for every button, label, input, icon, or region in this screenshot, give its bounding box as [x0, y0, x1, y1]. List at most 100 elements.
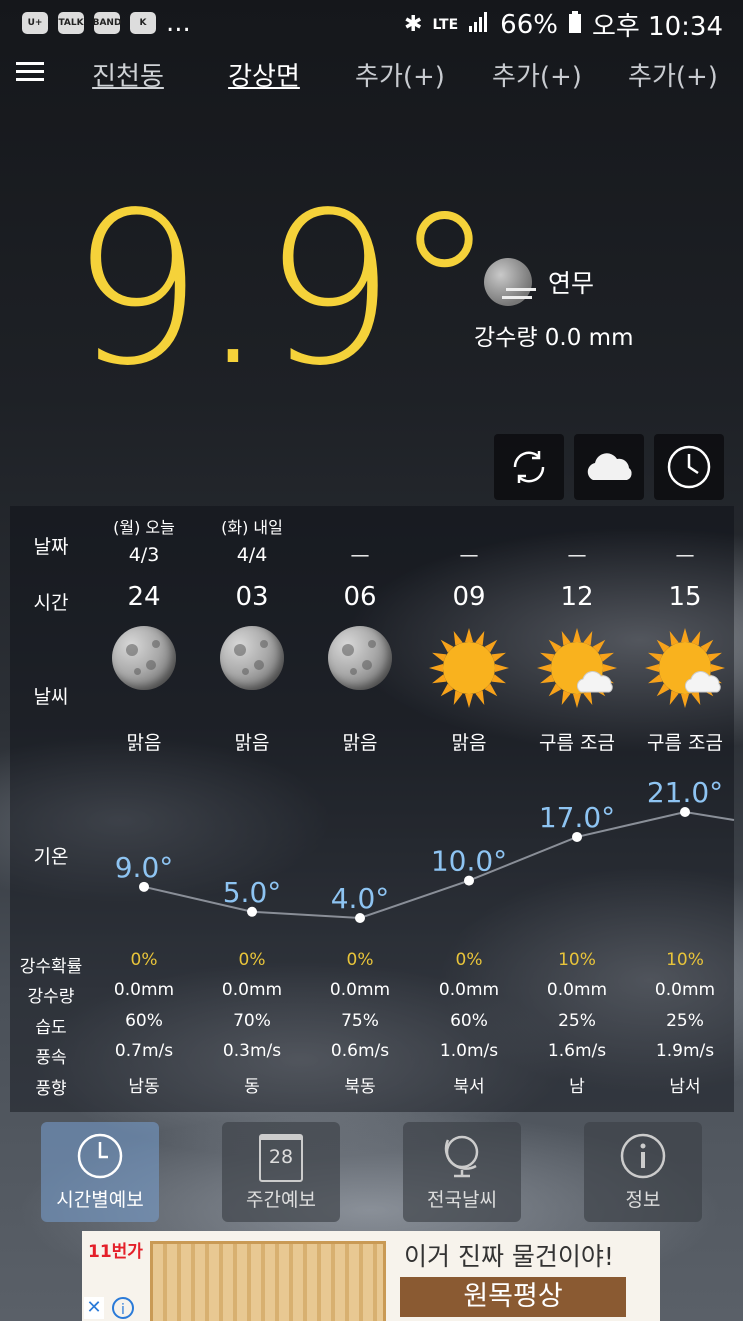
forecast-wind-speed: 0.6m/s — [330, 1041, 390, 1061]
ad-brand-logo: 11번가 — [88, 1242, 143, 1262]
network-label: LTE — [432, 16, 459, 33]
forecast-prob: 0% — [238, 950, 266, 970]
forecast-time: 24 — [127, 582, 161, 612]
tab-jincheon[interactable]: 진천동 — [73, 56, 183, 93]
forecast-time: 03 — [235, 582, 269, 612]
more-notifications: ... — [166, 8, 191, 38]
forecast-wind-dir: 북서 — [453, 1077, 485, 1097]
signal-icon — [468, 10, 490, 40]
forecast-amount: 0.0mm — [221, 980, 283, 1000]
uplus-icon: U+ — [22, 12, 48, 34]
forecast-wind-dir: 남 — [569, 1077, 585, 1097]
forecast-amount: 0.0mm — [113, 980, 175, 1000]
info-icon — [620, 1133, 666, 1179]
calendar-icon: 28 — [259, 1134, 303, 1182]
forecast-wind-speed: 1.9m/s — [655, 1041, 715, 1061]
temperature-label: 4.0° — [331, 882, 390, 915]
forecast-prob: 0% — [455, 950, 483, 970]
nav-info[interactable]: 정보 — [584, 1122, 702, 1222]
forecast-time: 12 — [560, 582, 594, 612]
temperature-label: 21.0° — [647, 776, 723, 809]
nav-label: 정보 — [625, 1189, 661, 1211]
forecast-amount: 0.0mm — [438, 980, 500, 1000]
globe-icon — [444, 1135, 479, 1178]
cloud-icon — [587, 453, 632, 480]
temperature-label: 9.0° — [115, 851, 174, 884]
row-label-amount: 강수량 — [27, 987, 75, 1007]
forecast-wind-speed: 0.7m/s — [114, 1041, 174, 1061]
current-condition: 연무 — [484, 258, 594, 306]
temperature-chart: 9.0° 5.0° 4.0° 10.0° 17.0° 21.0° — [115, 776, 735, 923]
temperature-label: 10.0° — [431, 845, 507, 878]
forecast-date: 4/4 — [236, 544, 268, 566]
forecast-humidity: 25% — [558, 1011, 596, 1031]
clock-icon — [77, 1133, 123, 1179]
forecast-desc: 구름 조금 — [539, 732, 615, 754]
refresh-button[interactable] — [494, 434, 564, 500]
forecast-prob: 0% — [346, 950, 374, 970]
tab-add-3[interactable]: 추가(+) — [618, 56, 728, 93]
forecast-humidity: 70% — [233, 1011, 271, 1031]
forecast-date: — — [350, 544, 370, 566]
location-tabs: 진천동 강상면 추가(+) 추가(+) 추가(+) — [0, 48, 743, 96]
nav-national-weather[interactable]: 전국날씨 — [403, 1122, 521, 1222]
row-label-weather: 날씨 — [33, 686, 69, 708]
refresh-icon — [513, 451, 545, 483]
forecast-humidity: 75% — [341, 1011, 379, 1031]
forecast-prob: 0% — [130, 950, 158, 970]
ad-product-label: 원목평상 — [400, 1277, 626, 1317]
precip-amount: 강수량 0.0 mm — [474, 325, 634, 351]
tab-add-2[interactable]: 추가(+) — [482, 56, 592, 93]
battery-percent: 66% — [500, 9, 558, 40]
tab-gangsang[interactable]: 강상면 — [209, 56, 319, 93]
status-bar: U+ TALK BAND K ... ✱ LTE 66% 오후 10:34 — [0, 0, 743, 44]
sun-cloud-icon — [523, 626, 631, 710]
forecast-wind-speed: 0.3m/s — [222, 1041, 282, 1061]
forecast-amount: 0.0mm — [329, 980, 391, 1000]
forecast-desc: 구름 조금 — [647, 732, 723, 754]
forecast-humidity: 60% — [125, 1011, 163, 1031]
kakaotalk-icon: TALK — [58, 12, 84, 34]
temperature-label: 5.0° — [223, 876, 282, 909]
weather-view-button[interactable] — [574, 434, 644, 500]
forecast-desc: 맑음 — [451, 732, 487, 754]
clock-icon — [667, 445, 711, 489]
ad-close-button[interactable]: ✕ — [84, 1297, 104, 1319]
nav-hourly-forecast[interactable]: 시간별예보 — [41, 1122, 159, 1222]
row-label-prob: 강수확률 — [19, 957, 83, 977]
tab-add-1[interactable]: 추가(+) — [345, 56, 455, 93]
haze-moon-icon — [484, 258, 536, 306]
row-label-date: 날짜 — [33, 536, 69, 558]
forecast-day: (월) 오늘 — [113, 518, 175, 537]
forecast-amount: 0.0mm — [546, 980, 608, 1000]
history-button[interactable] — [654, 434, 724, 500]
row-label-wind-dir: 풍향 — [35, 1079, 67, 1099]
condition-label: 연무 — [548, 269, 595, 298]
moon-icon — [90, 626, 198, 690]
forecast-humidity: 60% — [450, 1011, 488, 1031]
ad-banner[interactable]: 11번가 이거 진짜 물건이야! 원목평상 ✕ i — [82, 1231, 660, 1321]
moon-icon — [198, 626, 306, 690]
forecast-date: — — [567, 544, 587, 566]
forecast-wind-dir: 남동 — [128, 1077, 160, 1097]
forecast-time: 15 — [668, 582, 702, 612]
menu-icon[interactable] — [16, 62, 44, 82]
moon-icon — [306, 626, 414, 690]
sun-cloud-icon — [631, 626, 739, 710]
forecast-date: — — [675, 544, 695, 566]
current-temperature: 9.9° — [70, 167, 497, 412]
row-label-humidity: 습도 — [35, 1018, 67, 1038]
forecast-prob: 10% — [666, 950, 704, 970]
nav-weekly-forecast[interactable]: 28 주간예보 — [222, 1122, 340, 1222]
forecast-desc: 맑음 — [234, 732, 270, 754]
forecast-date: — — [459, 544, 479, 566]
battery-icon — [568, 10, 582, 40]
ad-headline: 이거 진짜 물건이야! — [404, 1242, 614, 1271]
forecast-wind-dir: 북동 — [344, 1077, 376, 1097]
ad-info-icon[interactable]: i — [112, 1297, 134, 1319]
forecast-time: 09 — [452, 582, 486, 612]
forecast-humidity: 25% — [666, 1011, 704, 1031]
ad-product-image — [150, 1241, 386, 1321]
forecast-time: 06 — [343, 582, 377, 612]
temperature-label: 17.0° — [539, 801, 615, 834]
